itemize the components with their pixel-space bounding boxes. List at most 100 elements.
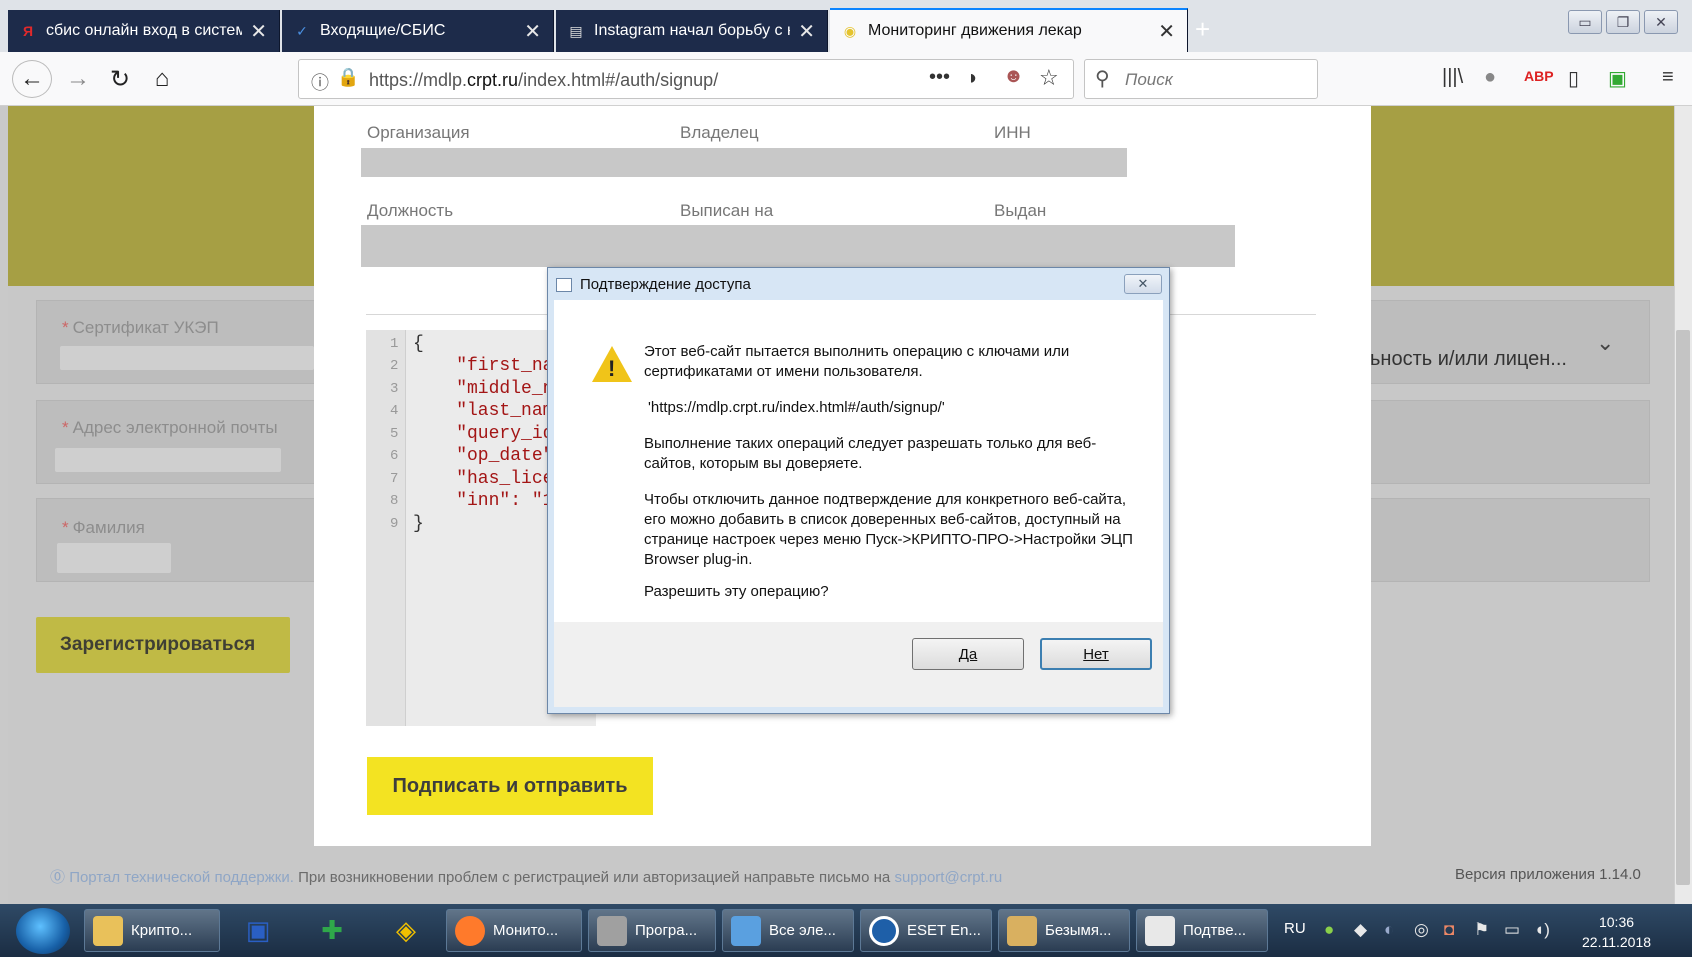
folder-icon bbox=[93, 915, 123, 946]
tracking-icon[interactable]: ● bbox=[1484, 66, 1496, 89]
email-label: * Адрес электронной почты bbox=[62, 418, 278, 437]
yandex-icon: Я bbox=[22, 23, 34, 39]
taskbar-item-monitoring[interactable]: Монито... bbox=[446, 909, 582, 952]
code-line: "inn": "1 bbox=[413, 491, 554, 511]
volume-icon[interactable]: ◖) bbox=[1534, 920, 1550, 940]
tray-network-icon[interactable]: ◐ bbox=[1384, 920, 1394, 940]
tab-instagram-news[interactable]: ▤ Instagram начал борьбу с нак ✕ bbox=[556, 10, 828, 52]
issued-by-label: Выдан bbox=[994, 201, 1047, 220]
tab-title: Мониторинг движения лекар bbox=[868, 22, 1082, 39]
sidebar-icon[interactable]: ▯ bbox=[1568, 66, 1579, 91]
mdlp-icon: ◉ bbox=[843, 22, 857, 39]
cert-field[interactable] bbox=[60, 346, 314, 370]
maximize-button[interactable]: ❐ bbox=[1606, 10, 1640, 34]
taskbar-item-paint[interactable]: Безымя... bbox=[998, 909, 1130, 952]
yes-button[interactable]: Да bbox=[912, 638, 1024, 670]
back-icon[interactable]: ← bbox=[12, 60, 52, 98]
tray-app-icon[interactable]: ● bbox=[1324, 920, 1334, 940]
start-button[interactable] bbox=[16, 908, 70, 954]
taskbar-item-crypto[interactable]: Крипто... bbox=[84, 909, 220, 952]
code-line: "middle_n bbox=[413, 379, 554, 399]
org-owner-inn-values bbox=[361, 148, 1127, 177]
access-confirmation-dialog: Подтверждение доступа ✕ ! Этот веб-сайт … bbox=[547, 267, 1170, 714]
dialog-close-button[interactable]: ✕ bbox=[1124, 274, 1162, 294]
taskbar-item-eset[interactable]: ESET En... bbox=[860, 909, 992, 952]
dialog-body: ! Этот веб-сайт пытается выполнить опера… bbox=[554, 300, 1163, 622]
close-icon[interactable]: ✕ bbox=[524, 19, 541, 44]
line-number: 8 bbox=[390, 493, 399, 509]
close-icon[interactable]: ✕ bbox=[1158, 19, 1175, 44]
close-icon[interactable]: ✕ bbox=[250, 19, 267, 44]
close-icon[interactable]: ✕ bbox=[798, 19, 815, 44]
tab-title: сбис онлайн вход в систему – bbox=[46, 22, 243, 39]
surname-field[interactable] bbox=[57, 543, 171, 573]
action-center-flag-icon[interactable]: ⚑ bbox=[1474, 920, 1489, 940]
forward-icon[interactable]: → bbox=[58, 60, 98, 98]
no-button[interactable]: Нет bbox=[1040, 638, 1152, 670]
code-line: "last_nam bbox=[413, 401, 554, 421]
tray-update-icon[interactable]: ◘ bbox=[1444, 920, 1454, 940]
pocket-icon[interactable]: ◗ bbox=[967, 67, 979, 90]
dialog-footer: Да Нет bbox=[554, 622, 1163, 707]
extension-icon[interactable]: ☻ bbox=[1003, 65, 1024, 88]
footer-message: При возникновении проблем с регистрацией… bbox=[298, 869, 891, 886]
window-close-button[interactable]: ✕ bbox=[1644, 10, 1678, 34]
cert-label: * Сертификат УКЭП bbox=[62, 318, 219, 337]
surname-label: * Фамилия bbox=[62, 518, 145, 537]
line-number: 6 bbox=[390, 448, 399, 464]
page-actions-icon[interactable]: ••• bbox=[929, 66, 950, 89]
home-icon[interactable]: ⌂ bbox=[142, 60, 182, 98]
adblock-icon[interactable]: ABP bbox=[1524, 68, 1554, 84]
line-number: 3 bbox=[390, 381, 399, 397]
url-text[interactable]: https://mdlp.crpt.ru/index.html#/auth/si… bbox=[369, 70, 718, 91]
email-field[interactable] bbox=[55, 448, 281, 472]
save-icon[interactable]: ▣ bbox=[236, 910, 280, 950]
clock-time: 10:36 bbox=[1598, 914, 1635, 930]
pharmacy-icon[interactable]: ✚ bbox=[310, 910, 354, 950]
nav-bar: ← → ↻ ⌂ ⓘ 🔒 https://mdlp.crpt.ru/index.h… bbox=[0, 52, 1692, 106]
scrollbar-thumb[interactable] bbox=[1676, 330, 1690, 885]
tray-eset-icon[interactable]: ◎ bbox=[1414, 920, 1429, 940]
search-input[interactable]: ⚲ Поиск bbox=[1084, 59, 1318, 99]
lock-icon: 🔒 bbox=[337, 67, 360, 87]
window-icon bbox=[556, 278, 572, 292]
license-text: ьность и/или лицен... bbox=[1370, 348, 1567, 370]
register-button[interactable]: Зарегистрироваться bbox=[36, 617, 290, 673]
sign-and-send-button[interactable]: Подписать и отправить bbox=[367, 757, 653, 815]
taskbar-item-confirm-dialog[interactable]: Подтве... bbox=[1136, 909, 1268, 952]
taskbar-item-control-panel[interactable]: Все эле... bbox=[722, 909, 854, 952]
sbis-icon: ✓ bbox=[296, 22, 308, 39]
chevron-down-icon[interactable]: ⌄ bbox=[1596, 330, 1614, 356]
taskbar: Крипто... ▣ ✚ ◈ Монито... Програ... Все … bbox=[0, 904, 1692, 957]
tray-user-icon[interactable]: ◆ bbox=[1354, 920, 1367, 940]
firefox-icon bbox=[455, 915, 485, 946]
url-bar[interactable]: ⓘ 🔒 https://mdlp.crpt.ru/index.html#/aut… bbox=[298, 59, 1074, 99]
taskbar-item-programs[interactable]: Програ... bbox=[588, 909, 716, 952]
bat-icon[interactable]: ◈ bbox=[384, 910, 428, 950]
tab-sbis-search[interactable]: Я сбис онлайн вход в систему – ✕ bbox=[8, 10, 280, 52]
dialog-message-2: Выполнение таких операций следует разреш… bbox=[644, 435, 1097, 472]
support-email-link[interactable]: support@crpt.ru bbox=[894, 869, 1002, 886]
monitor-icon[interactable]: ▭ bbox=[1504, 920, 1520, 940]
tab-title: Входящие/СБИС bbox=[320, 22, 446, 39]
minimize-button[interactable]: ▭ bbox=[1568, 10, 1602, 34]
info-icon[interactable]: ⓘ bbox=[311, 69, 329, 95]
support-portal-link[interactable]: Портал технической поддержки. bbox=[69, 869, 294, 886]
library-icon[interactable]: |||\ bbox=[1442, 66, 1463, 89]
clipboard-icon[interactable]: ▣ bbox=[1608, 66, 1627, 91]
search-placeholder: Поиск bbox=[1125, 70, 1173, 89]
line-number: 5 bbox=[390, 426, 399, 442]
line-number: 7 bbox=[390, 471, 399, 487]
new-tab-button[interactable]: + bbox=[1195, 14, 1210, 45]
menu-icon[interactable]: ≡ bbox=[1662, 66, 1674, 89]
language-indicator[interactable]: RU bbox=[1284, 920, 1306, 937]
clock-date: 22.11.2018 bbox=[1582, 934, 1652, 950]
clock[interactable]: 10:36 22.11.2018 bbox=[1582, 912, 1651, 952]
tab-mdlp[interactable]: ◉ Мониторинг движения лекар ✕ bbox=[830, 8, 1188, 52]
owner-label: Владелец bbox=[680, 123, 759, 142]
tab-sbis-inbox[interactable]: ✓ Входящие/СБИС ✕ bbox=[282, 10, 554, 52]
reload-icon[interactable]: ↻ bbox=[100, 60, 140, 98]
line-number: 2 bbox=[390, 358, 399, 374]
code-line: "first_na bbox=[413, 356, 554, 376]
bookmark-star-icon[interactable]: ☆ bbox=[1039, 65, 1059, 91]
